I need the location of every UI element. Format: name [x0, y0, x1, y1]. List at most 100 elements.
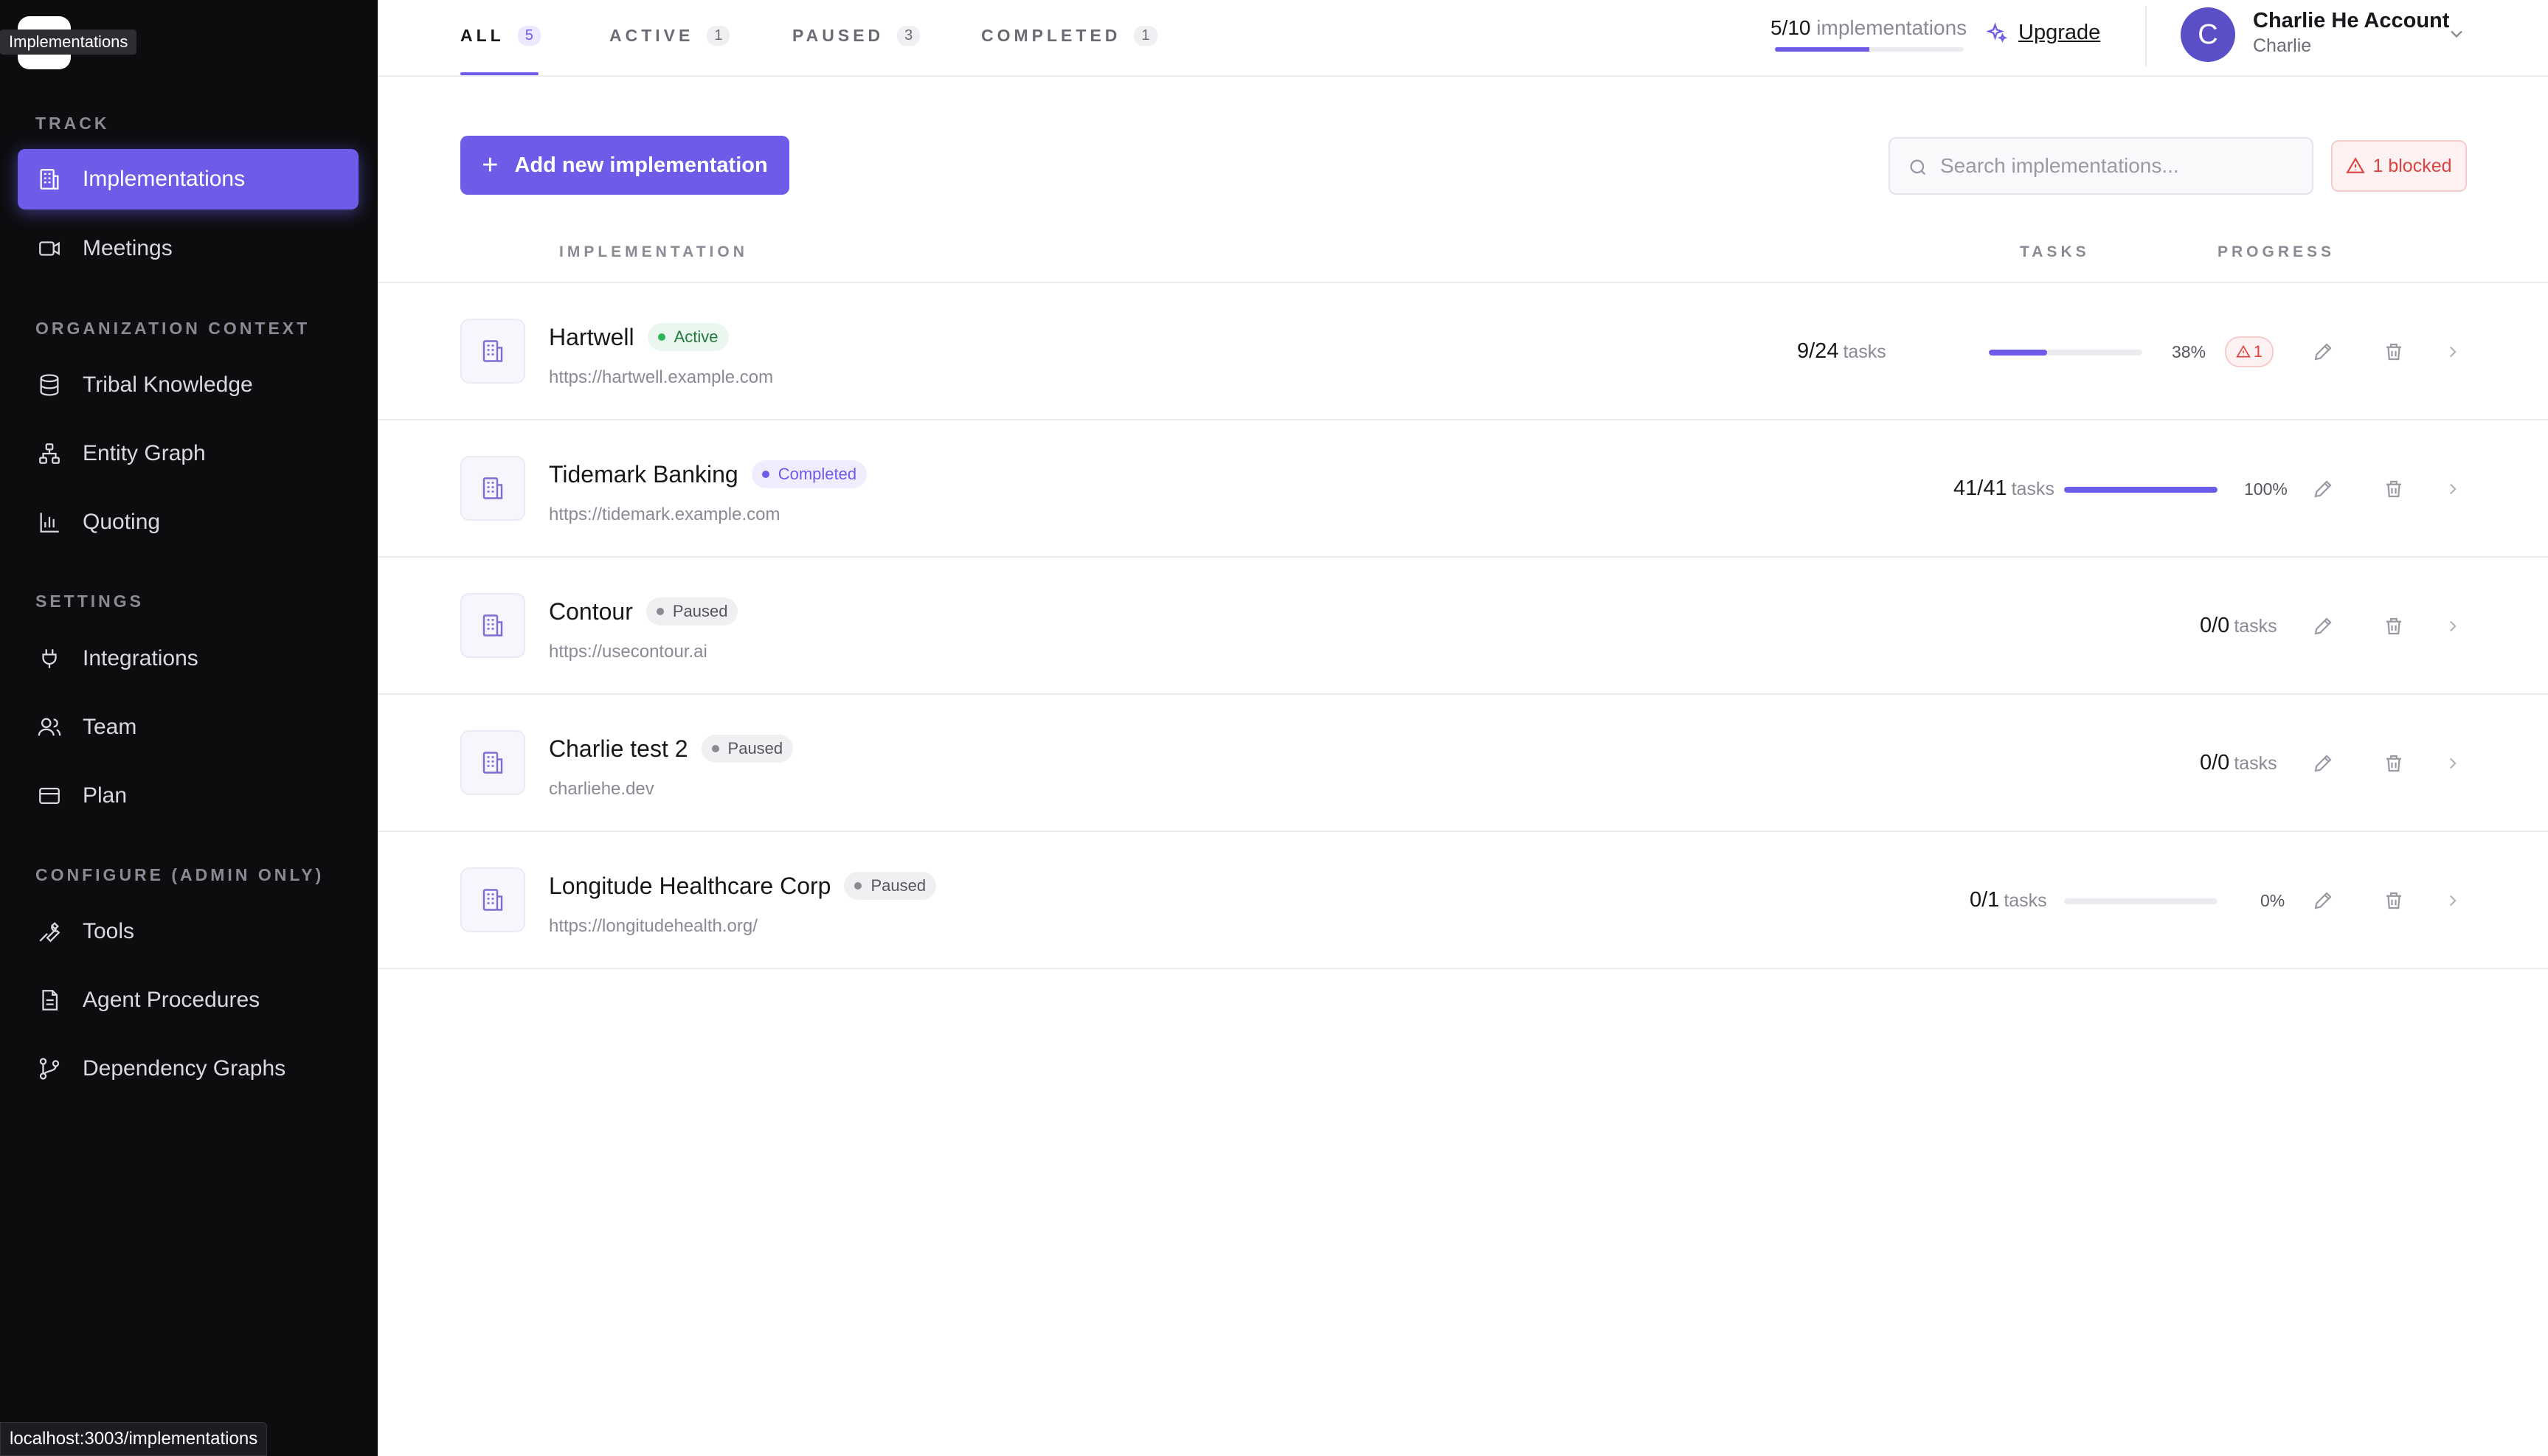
quota-value: 5/10 — [1770, 16, 1811, 39]
video-icon — [39, 241, 60, 256]
implementation-name[interactable]: Longitude Healthcare Corp — [549, 873, 831, 900]
bar-chart-icon — [40, 513, 59, 533]
sidebar-item-implementations[interactable]: Implementations — [18, 149, 359, 209]
task-count-value: 41/41 — [1953, 476, 2007, 500]
tab-count: 1 — [707, 25, 730, 46]
sidebar-item-quoting[interactable]: Quoting — [18, 492, 359, 552]
building-icon — [482, 614, 503, 637]
implementation-url[interactable]: https://hartwell.example.com — [549, 367, 773, 388]
progress-percent: 38% — [2172, 342, 2206, 361]
implementation-name[interactable]: Hartwell — [549, 324, 634, 351]
implementation-name[interactable]: Charlie test 2 — [549, 735, 688, 763]
implementation-url[interactable]: charliehe.dev — [549, 779, 654, 800]
sidebar: our Implementations TRACK Implementation… — [0, 0, 378, 1456]
tab-label: COMPLETED — [981, 25, 1121, 45]
edit-icon[interactable] — [2312, 478, 2334, 500]
section-track: TRACK — [35, 114, 110, 133]
sidebar-item-plan[interactable]: Plan — [18, 766, 359, 826]
status-badge: Paused — [844, 872, 937, 900]
avatar[interactable]: C — [2181, 7, 2235, 62]
status-badge: Active — [647, 323, 729, 351]
trash-icon[interactable] — [2383, 341, 2405, 363]
table-row[interactable]: Longitude Healthcare Corp Paused https:/… — [378, 832, 2548, 969]
implementation-url[interactable]: https://usecontour.ai — [549, 642, 707, 662]
sidebar-item-label: Agent Procedures — [83, 988, 260, 1012]
status-label: Active — [674, 327, 719, 346]
upgrade-button[interactable]: Upgrade — [1986, 21, 2100, 45]
sidebar-item-entity-graph[interactable]: Entity Graph — [18, 423, 359, 484]
implementation-name[interactable]: Contour — [549, 598, 633, 625]
graph-icon — [39, 443, 60, 464]
sidebar-item-team[interactable]: Team — [18, 697, 359, 758]
blocked-task-badge[interactable]: 1 — [2225, 336, 2274, 367]
credit-card-icon — [39, 787, 60, 805]
chevron-right-icon[interactable] — [2443, 891, 2462, 910]
status-badge: Paused — [701, 735, 794, 763]
tab-active[interactable]: ACTIVE 1 — [609, 21, 730, 50]
progress-bar — [2064, 487, 2218, 493]
status-dot — [657, 333, 665, 341]
column-header-implementation: IMPLEMENTATION — [559, 243, 748, 260]
warning-icon — [2346, 157, 2366, 173]
table-row[interactable]: Contour Paused https://usecontour.ai 0/0… — [378, 558, 2548, 695]
status-dot — [761, 471, 769, 478]
table-row[interactable]: Hartwell Active https://hartwell.example… — [378, 283, 2548, 420]
sidebar-item-integrations[interactable]: Integrations — [18, 628, 359, 689]
search-input[interactable]: Search implementations... — [1889, 137, 2313, 195]
progress-fill — [1989, 350, 2048, 356]
sidebar-item-label: Team — [83, 715, 137, 739]
sidebar-item-meetings[interactable]: Meetings — [18, 218, 359, 279]
table-row[interactable]: Tidemark Banking Completed https://tidem… — [378, 420, 2548, 558]
status-badge: Paused — [645, 597, 738, 625]
sidebar-item-label: Implementations — [83, 167, 246, 191]
sidebar-item-label: Meetings — [83, 236, 173, 260]
row-title: Contour Paused — [549, 597, 738, 625]
sparkle-icon — [1986, 21, 2008, 43]
task-count-value: 9/24 — [1797, 339, 1839, 363]
tab-paused[interactable]: PAUSED 3 — [792, 21, 921, 50]
implementation-name[interactable]: Tidemark Banking — [549, 461, 738, 488]
sidebar-item-tribal-knowledge[interactable]: Tribal Knowledge — [18, 355, 359, 415]
chevron-right-icon[interactable] — [2443, 617, 2462, 636]
table-row[interactable]: Charlie test 2 Paused charliehe.dev 0/0 t… — [378, 695, 2548, 832]
edit-icon[interactable] — [2312, 615, 2334, 637]
trash-icon[interactable] — [2383, 478, 2405, 500]
blocked-filter-badge[interactable]: 1 blocked — [2331, 140, 2467, 192]
account-name[interactable]: Charlie He Account — [2253, 9, 2449, 33]
quota-progress-bar — [1775, 47, 1964, 52]
edit-icon[interactable] — [2312, 890, 2334, 912]
task-count-label: tasks — [2234, 616, 2277, 637]
row-building-icon — [460, 593, 525, 658]
plus-icon: + — [482, 149, 499, 181]
tooltip: Implementations — [0, 30, 137, 55]
trash-icon[interactable] — [2383, 890, 2405, 912]
trash-icon[interactable] — [2383, 615, 2405, 637]
chevron-right-icon[interactable] — [2443, 342, 2462, 361]
chevron-down-icon[interactable] — [2446, 24, 2467, 44]
task-count-label: tasks — [2004, 890, 2047, 911]
row-title: Charlie test 2 Paused — [549, 735, 794, 763]
sidebar-item-dependency-graphs[interactable]: Dependency Graphs — [18, 1039, 359, 1099]
chevron-right-icon[interactable] — [2443, 754, 2462, 773]
sidebar-item-label: Plan — [83, 783, 128, 808]
trash-icon[interactable] — [2383, 752, 2405, 774]
warning-icon — [2236, 344, 2251, 358]
progress-bar — [1989, 350, 2142, 356]
implementation-url[interactable]: https://tidemark.example.com — [549, 505, 780, 525]
tab-completed[interactable]: COMPLETED 1 — [981, 21, 1157, 50]
building-icon — [40, 169, 59, 190]
add-implementation-button[interactable]: + Add new implementation — [460, 136, 789, 195]
implementation-url[interactable]: https://longitudehealth.org/ — [549, 916, 758, 937]
sidebar-item-tools[interactable]: Tools — [18, 901, 359, 962]
tab-all[interactable]: ALL 5 — [460, 21, 541, 50]
row-building-icon — [460, 456, 525, 521]
plug-icon — [42, 649, 57, 668]
tab-count: 1 — [1134, 25, 1157, 46]
progress-percent: 100% — [2244, 479, 2288, 499]
sidebar-item-agent-procedures[interactable]: Agent Procedures — [18, 970, 359, 1030]
tab-count: 3 — [897, 25, 921, 46]
header-divider — [2145, 6, 2147, 66]
edit-icon[interactable] — [2312, 341, 2334, 363]
edit-icon[interactable] — [2312, 752, 2334, 774]
chevron-right-icon[interactable] — [2443, 479, 2462, 499]
